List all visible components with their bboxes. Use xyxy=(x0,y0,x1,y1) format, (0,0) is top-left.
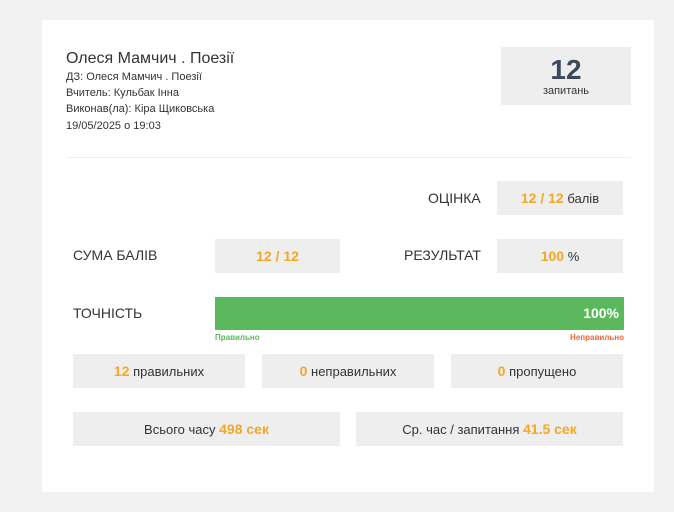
result-box: 100 % xyxy=(497,239,623,273)
result-value: 100 xyxy=(540,248,565,264)
divider xyxy=(66,157,631,158)
skipped-count-box: 0 пропущено xyxy=(451,354,623,388)
accuracy-bar-fill: 100% xyxy=(215,297,624,330)
grade-box: 12 / 12 балів xyxy=(497,181,623,215)
grade-label: ОЦІНКА xyxy=(428,190,481,206)
correct-count: 12 xyxy=(113,363,130,379)
grade-value: 12 / 12 xyxy=(520,190,564,206)
questions-count: 12 xyxy=(550,54,582,85)
result-label: РЕЗУЛЬТАТ xyxy=(404,247,481,263)
avg-time-label: Ср. час / запитання xyxy=(402,421,520,437)
skipped-count: 0 xyxy=(497,363,506,379)
result-unit: % xyxy=(567,248,580,264)
correct-count-label: правильних xyxy=(133,363,205,379)
incorrect-count: 0 xyxy=(299,363,308,379)
questions-count-box: 12 запитань xyxy=(501,47,631,105)
grade-unit: балів xyxy=(567,190,600,206)
score-box: 12 / 12 xyxy=(215,239,340,273)
accuracy-label: ТОЧНІСТЬ xyxy=(73,305,143,321)
performer-line: Виконав(ла): Кіра Щиковська xyxy=(66,103,215,115)
teacher-line: Вчитель: Кульбак Інна xyxy=(66,87,179,99)
skipped-count-label: пропущено xyxy=(509,363,577,379)
results-card: Олеся Мамчич . Поезії ДЗ: Олеся Мамчич .… xyxy=(42,20,654,492)
incorrect-count-box: 0 неправильних xyxy=(262,354,434,388)
quiz-title: Олеся Мамчич . Поезії xyxy=(66,50,235,67)
accuracy-bar: 100% xyxy=(215,297,624,330)
score-label: СУМА БАЛІВ xyxy=(73,247,158,263)
correct-caption: Правильно xyxy=(215,333,260,342)
assignment-line: ДЗ: Олеся Мамчич . Поезії xyxy=(66,71,202,83)
date-line: 19/05/2025 о 19:03 xyxy=(66,120,161,132)
avg-time-value: 41.5 сек xyxy=(523,421,577,437)
score-value: 12 / 12 xyxy=(256,248,299,264)
incorrect-count-label: неправильних xyxy=(311,363,397,379)
avg-time-box: Ср. час / запитання 41.5 сек xyxy=(356,412,623,446)
total-time-value: 498 сек xyxy=(219,421,269,437)
correct-count-box: 12 правильних xyxy=(73,354,245,388)
accuracy-percent: 100% xyxy=(583,305,619,321)
total-time-label: Всього часу xyxy=(144,421,216,437)
questions-label: запитань xyxy=(542,85,590,97)
incorrect-caption: Неправильно xyxy=(570,333,624,342)
total-time-box: Всього часу 498 сек xyxy=(73,412,340,446)
